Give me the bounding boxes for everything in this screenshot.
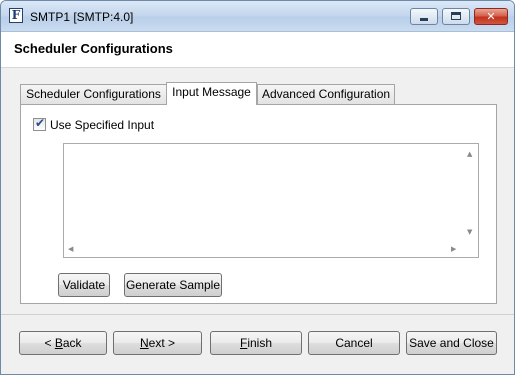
input-message-panel: ✔ Use Specified Input ▲ ▼ ◀ ▶ Validate G… xyxy=(20,104,497,304)
maximize-icon xyxy=(451,12,461,20)
back-prefix: < xyxy=(44,336,55,350)
app-icon-letter: F xyxy=(11,8,21,22)
use-specified-input-checkbox[interactable]: ✔ xyxy=(33,116,46,131)
vertical-scrollbar[interactable]: ▲ ▼ xyxy=(464,144,478,242)
dialog-window: F SMTP1 [SMTP:4.0] ✕ Scheduler Configura… xyxy=(0,0,515,375)
page-title: Scheduler Configurations xyxy=(14,41,173,56)
finish-label-rest: inish xyxy=(247,336,273,350)
back-mnemonic: B xyxy=(54,336,63,350)
scrollbar-corner xyxy=(464,242,478,257)
scroll-right-icon[interactable]: ▶ xyxy=(451,245,456,253)
cancel-button[interactable]: Cancel xyxy=(308,331,400,355)
validate-button[interactable]: Validate xyxy=(58,273,110,297)
save-and-close-button[interactable]: Save and Close xyxy=(406,331,497,355)
back-label-rest: ack xyxy=(62,336,82,350)
tab-input-message[interactable]: Input Message xyxy=(166,82,257,105)
generate-sample-button[interactable]: Generate Sample xyxy=(124,273,222,297)
minimize-icon xyxy=(420,18,428,21)
checkmark-icon: ✔ xyxy=(35,116,46,130)
input-message-textarea[interactable]: ▲ ▼ ◀ ▶ xyxy=(63,143,479,258)
next-mnemonic: N xyxy=(139,336,149,350)
use-specified-input-label: Use Specified Input xyxy=(50,118,155,132)
window-title: SMTP1 [SMTP:4.0] xyxy=(30,10,134,24)
horizontal-scrollbar[interactable]: ◀ ▶ xyxy=(64,242,464,257)
app-icon: F xyxy=(9,8,23,23)
maximize-button[interactable] xyxy=(442,8,470,25)
finish-button[interactable]: Finish xyxy=(210,331,302,355)
back-button[interactable]: < Back xyxy=(19,331,107,355)
footer-divider xyxy=(1,314,514,315)
tab-scheduler-configurations[interactable]: Scheduler Configurations xyxy=(20,84,167,104)
tab-advanced-configuration[interactable]: Advanced Configuration xyxy=(257,84,395,104)
scroll-up-icon[interactable]: ▲ xyxy=(467,150,472,158)
scroll-down-icon[interactable]: ▼ xyxy=(467,228,472,236)
next-button[interactable]: Next > xyxy=(113,331,202,355)
close-button[interactable]: ✕ xyxy=(474,8,508,25)
minimize-button[interactable] xyxy=(410,8,438,25)
close-icon: ✕ xyxy=(486,10,496,23)
scroll-left-icon[interactable]: ◀ xyxy=(68,245,73,253)
next-label-rest: ext > xyxy=(148,336,176,350)
title-bar[interactable]: F SMTP1 [SMTP:4.0] ✕ xyxy=(1,1,514,32)
dialog-header: Scheduler Configurations xyxy=(1,32,514,68)
